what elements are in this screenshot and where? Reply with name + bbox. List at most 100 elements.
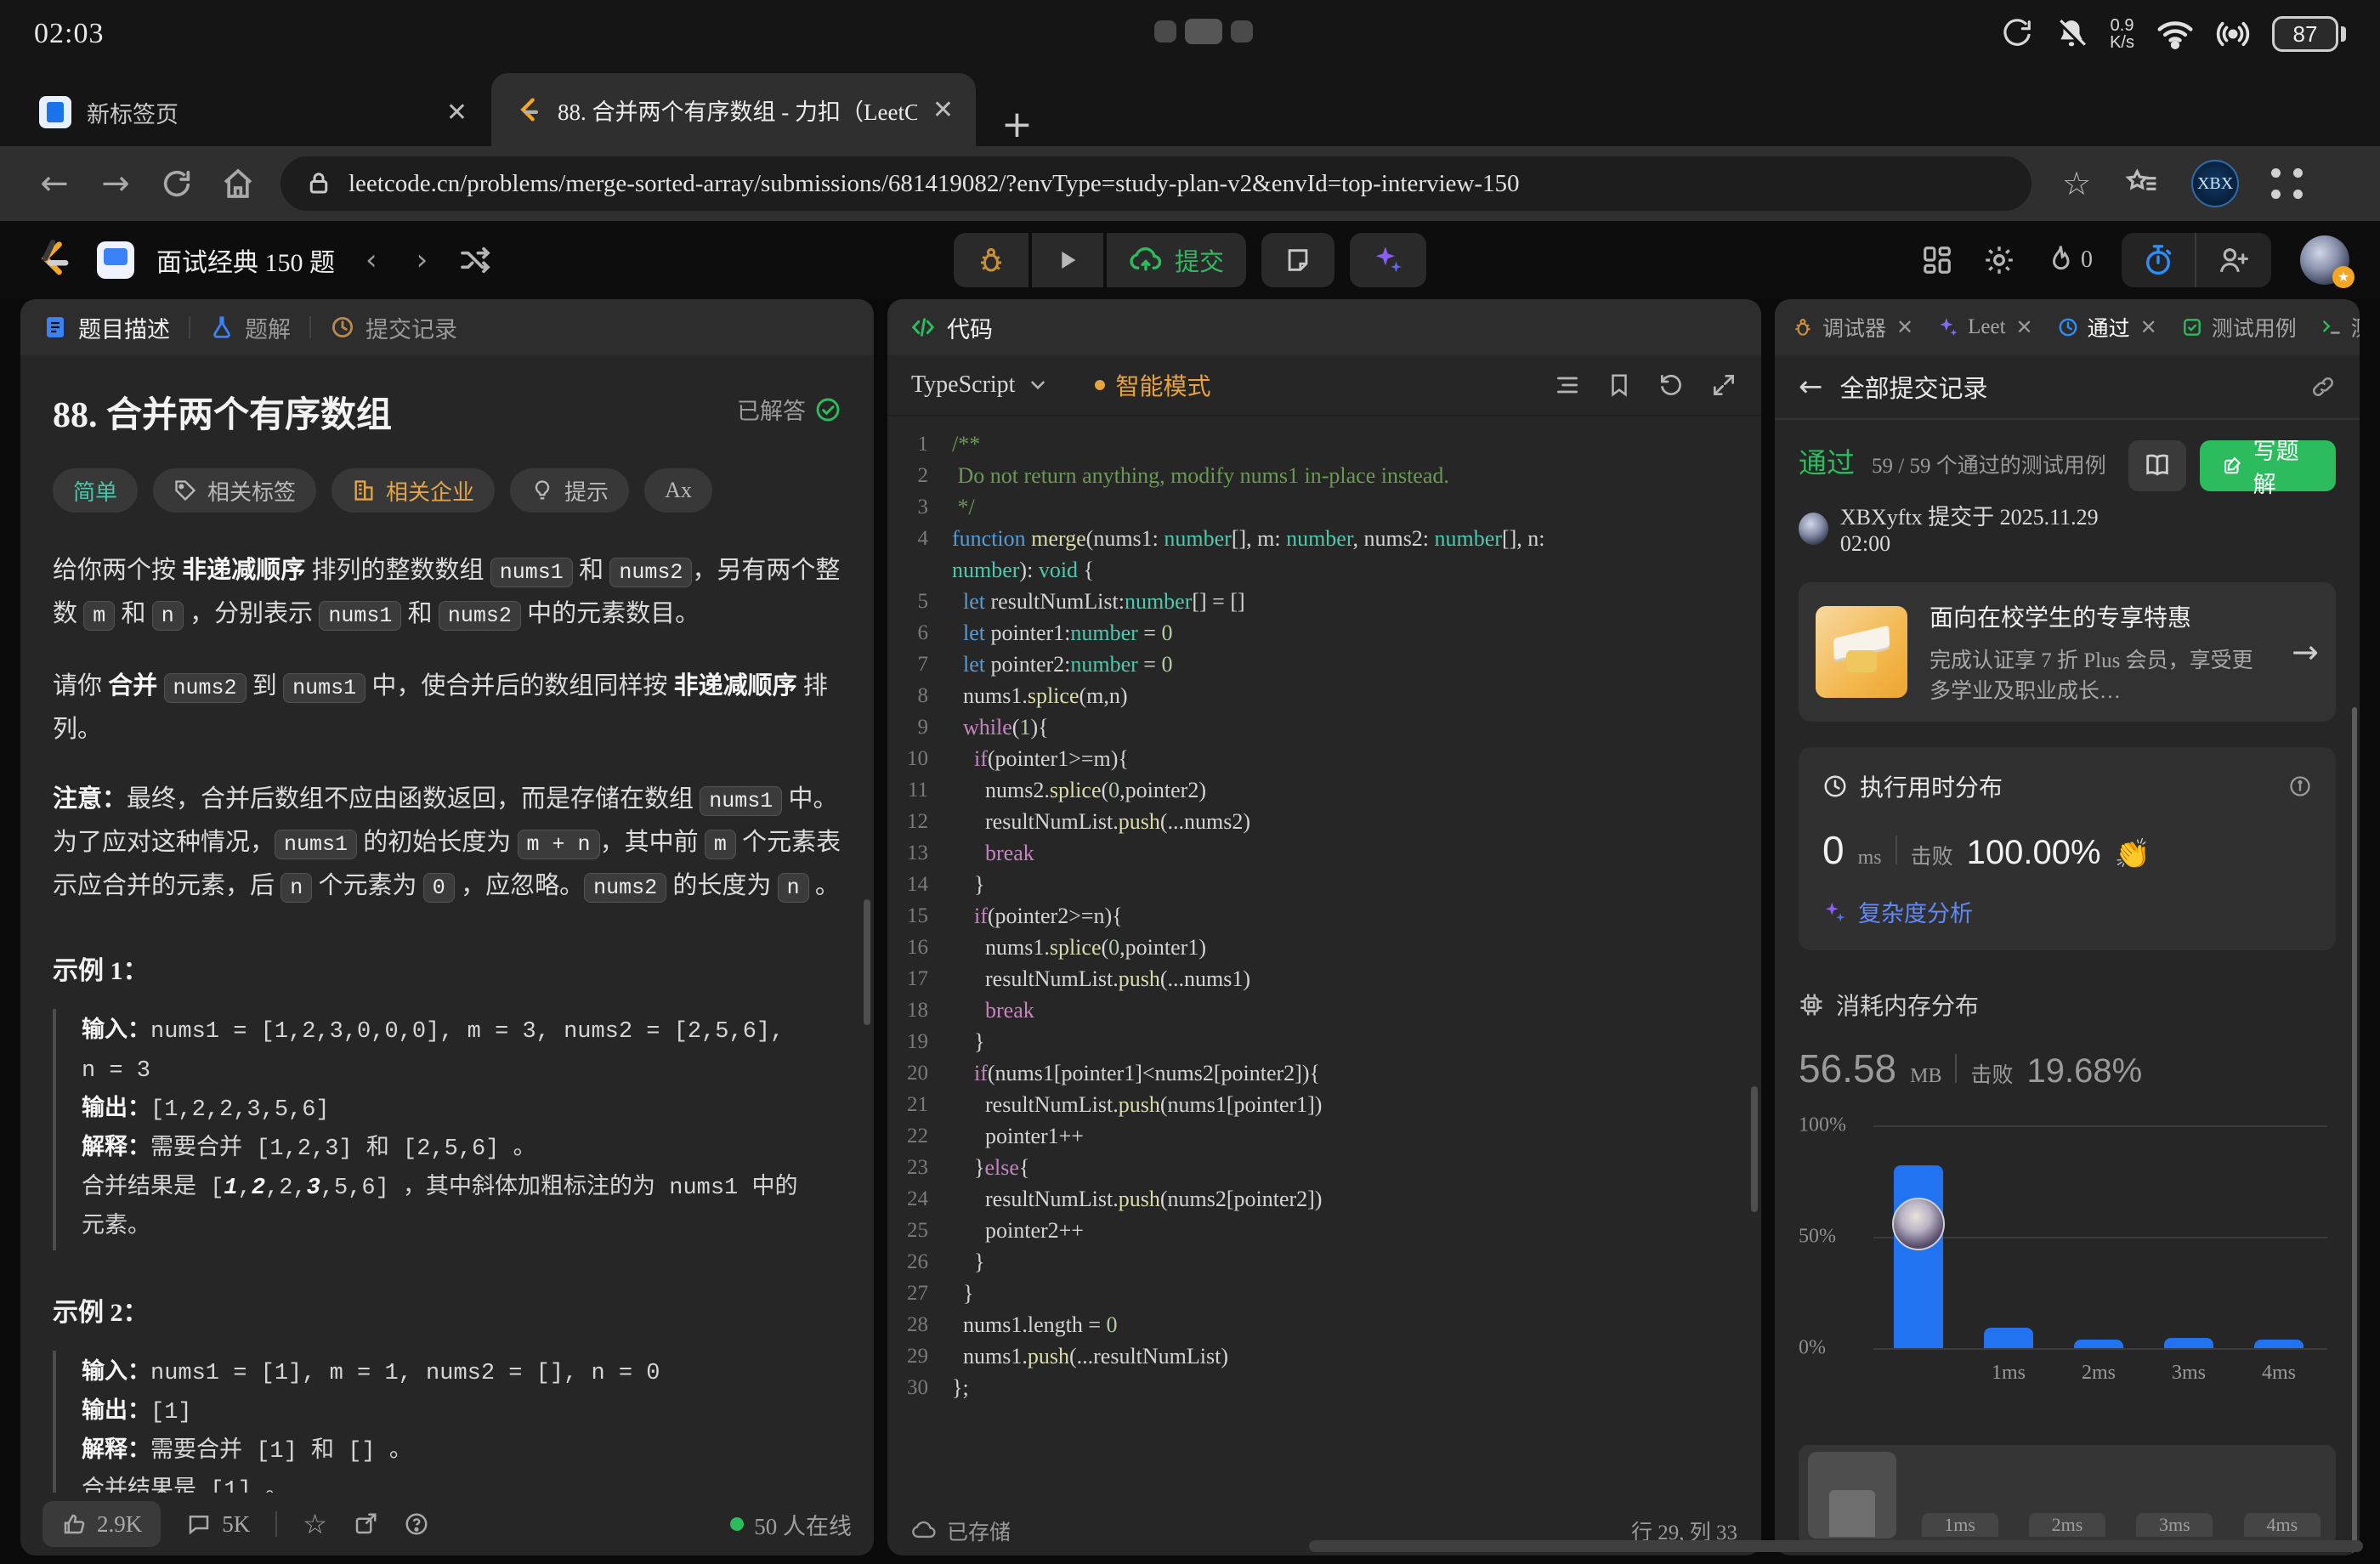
code-line[interactable]: 13 break: [887, 837, 1761, 869]
runtime-distribution-chart[interactable]: 0%50%100%1ms2ms3ms4ms: [1799, 1125, 2336, 1406]
run-button[interactable]: [1032, 233, 1103, 287]
chevron-down-icon[interactable]: [1027, 374, 1049, 396]
code-line[interactable]: 3 */: [887, 491, 1761, 523]
ai-sparkles-button[interactable]: [1350, 233, 1426, 287]
shuffle-icon[interactable]: [458, 243, 492, 277]
reset-code-icon[interactable]: [1658, 371, 1685, 399]
write-solution-button[interactable]: 写题解: [2200, 440, 2336, 491]
complexity-analysis-link[interactable]: 复杂度分析: [1822, 895, 2312, 928]
runtime-bar[interactable]: [1894, 1165, 1943, 1348]
next-question-icon[interactable]: ›: [408, 243, 437, 277]
tab-solutions[interactable]: 题解: [209, 311, 291, 344]
code-line[interactable]: 22 pointer1++: [887, 1120, 1761, 1152]
language-selector[interactable]: TypeScript: [911, 371, 1015, 399]
code-line[interactable]: 20 if(nums1[pointer1]<nums2[pointer2]){: [887, 1057, 1761, 1089]
favorite-star-icon[interactable]: ☆: [303, 1508, 327, 1540]
code-line[interactable]: 19 }: [887, 1026, 1761, 1057]
like-button[interactable]: 2.9K: [42, 1501, 161, 1547]
horizontal-scrollbar[interactable]: [1309, 1540, 2363, 1552]
chart-brush[interactable]: 1ms2ms3ms4ms: [1799, 1445, 2336, 1545]
study-plan-title[interactable]: 面试经典 150 题: [156, 241, 335, 279]
code-line[interactable]: 10 if(pointer1>=m){: [887, 743, 1761, 774]
code-line[interactable]: 18 break: [887, 994, 1761, 1026]
url-bar[interactable]: leetcode.cn/problems/merge-sorted-array/…: [280, 156, 2032, 211]
user-avatar[interactable]: ★: [2300, 235, 2349, 285]
forward-icon[interactable]: →: [85, 164, 146, 203]
promo-arrow-icon[interactable]: →: [2292, 633, 2319, 671]
new-tab-button[interactable]: +: [1001, 103, 1033, 146]
tab-code[interactable]: 代码: [910, 311, 993, 344]
tab-leet-ai[interactable]: Leet✕: [1937, 315, 2033, 339]
code-line[interactable]: 5 let resultNumList:number[] = []: [887, 586, 1761, 617]
code-line[interactable]: 1/**: [887, 428, 1761, 460]
code-line[interactable]: 11 nums2.splice(0,pointer2): [887, 774, 1761, 806]
code-editor[interactable]: 1/**2 Do not return anything, modify num…: [887, 416, 1761, 1506]
runtime-bar[interactable]: [2164, 1338, 2213, 1348]
close-tab-icon[interactable]: ✕: [932, 95, 954, 125]
code-line[interactable]: 23 }else{: [887, 1152, 1761, 1183]
tab-test-result[interactable]: 测试结果: [2320, 312, 2360, 343]
layout-icon[interactable]: [1921, 244, 1953, 276]
close-icon[interactable]: ✕: [2016, 315, 2033, 339]
share-icon[interactable]: [353, 1511, 378, 1537]
comments-button[interactable]: 5K: [186, 1511, 250, 1538]
code-line[interactable]: 26 }: [887, 1246, 1761, 1278]
code-line[interactable]: 27 }: [887, 1278, 1761, 1309]
submit-button[interactable]: 提交: [1107, 233, 1246, 287]
notes-button[interactable]: [1261, 233, 1334, 287]
all-submissions-label[interactable]: 全部提交记录: [1840, 369, 1988, 405]
debug-button[interactable]: [954, 233, 1028, 287]
leetcode-logo[interactable]: [31, 238, 75, 282]
runtime-bar[interactable]: [2074, 1340, 2123, 1348]
help-icon[interactable]: [404, 1511, 429, 1537]
code-line[interactable]: 12 resultNumList.push(...nums2): [887, 806, 1761, 837]
code-line[interactable]: number): void {: [887, 554, 1761, 586]
related-tags-pill[interactable]: 相关标签: [153, 468, 316, 513]
timer-button[interactable]: [2122, 233, 2195, 287]
smart-mode-indicator[interactable]: 智能模式: [1095, 368, 1210, 402]
bookmark-icon[interactable]: [1606, 371, 1632, 399]
code-line[interactable]: 17 resultNumList.push(...nums1): [887, 963, 1761, 994]
editor-scrollbar[interactable]: [1751, 1086, 1758, 1212]
close-tab-icon[interactable]: ✕: [446, 98, 468, 128]
info-icon[interactable]: [2288, 774, 2312, 798]
code-line[interactable]: 21 resultNumList.push(nums1[pointer1]): [887, 1089, 1761, 1120]
runtime-card[interactable]: 执行用时分布 0 ms 击败 100.00% 👏 复杂度分析: [1799, 747, 2336, 950]
difficulty-badge[interactable]: 简单: [53, 468, 138, 513]
browser-tab-leetcode[interactable]: 88. 合并两个有序数组 - 力扣（LeetC ✕: [491, 73, 976, 146]
browser-profile-avatar[interactable]: XBX: [2191, 160, 2239, 207]
code-line[interactable]: 15 if(pointer2>=n){: [887, 900, 1761, 932]
streak-flame[interactable]: 0: [2045, 243, 2093, 277]
code-line[interactable]: 9 while(1){: [887, 711, 1761, 743]
code-line[interactable]: 14 }: [887, 869, 1761, 900]
student-promo-card[interactable]: 面向在校学生的专享特惠 完成认证享 7 折 Plus 会员，享受更多学业及职业成…: [1799, 582, 2336, 722]
home-icon[interactable]: [207, 167, 269, 201]
settings-gear-icon[interactable]: [1982, 243, 2016, 277]
copy-link-icon[interactable]: [2310, 374, 2336, 400]
code-line[interactable]: 7 let pointer2:number = 0: [887, 649, 1761, 680]
code-line[interactable]: 2 Do not return anything, modify nums1 i…: [887, 460, 1761, 491]
format-icon[interactable]: [1554, 371, 1581, 399]
back-icon[interactable]: ←: [24, 164, 85, 203]
invite-button[interactable]: [2195, 233, 2271, 287]
translate-pill[interactable]: Ax: [644, 468, 712, 513]
code-line[interactable]: 29 nums1.push(...resultNumList): [887, 1340, 1761, 1372]
close-icon[interactable]: ✕: [2140, 315, 2157, 339]
code-line[interactable]: 28 nums1.length = 0: [887, 1309, 1761, 1340]
expand-icon[interactable]: [1710, 371, 1737, 399]
code-line[interactable]: 30};: [887, 1372, 1761, 1403]
tab-description[interactable]: 题目描述: [42, 311, 170, 344]
runtime-bar[interactable]: [2254, 1340, 2304, 1348]
view-solutions-button[interactable]: [2128, 440, 2186, 491]
code-line[interactable]: 6 let pointer1:number = 0: [887, 617, 1761, 649]
reload-icon[interactable]: [146, 167, 207, 201]
tab-submissions[interactable]: 提交记录: [330, 311, 457, 344]
hint-pill[interactable]: 提示: [510, 468, 629, 513]
code-line[interactable]: 25 pointer2++: [887, 1215, 1761, 1246]
bookmark-list-icon[interactable]: [2123, 167, 2159, 200]
tab-result-passed[interactable]: 通过✕: [2057, 312, 2157, 343]
code-line[interactable]: 8 nums1.splice(m,n): [887, 680, 1761, 711]
prev-question-icon[interactable]: ‹: [357, 243, 386, 277]
code-line[interactable]: 24 resultNumList.push(nums2[pointer2]): [887, 1183, 1761, 1215]
browser-tab-newtab[interactable]: 新标签页 ✕: [15, 78, 491, 146]
